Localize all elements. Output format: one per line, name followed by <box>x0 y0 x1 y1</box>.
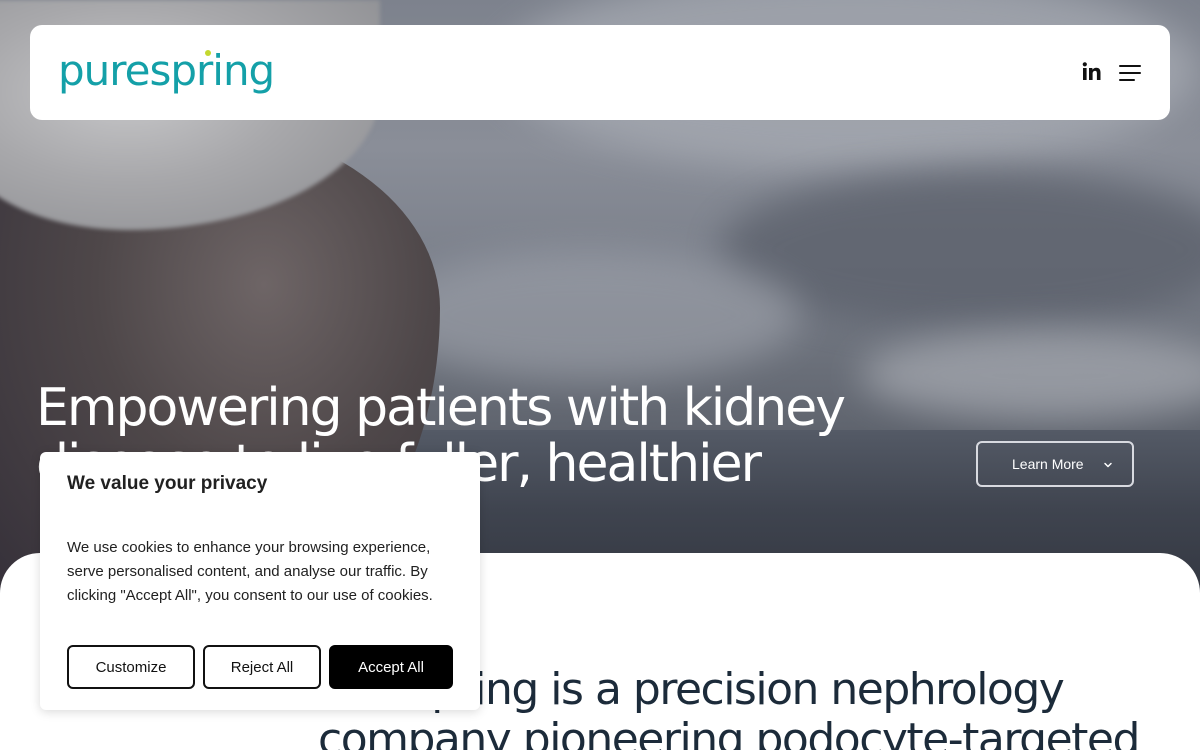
chevron-down-icon <box>1104 462 1112 468</box>
linkedin-icon[interactable] <box>1081 61 1103 83</box>
intro-statement-line2: company pioneering podocyte-targeted <box>318 714 1140 750</box>
cookie-consent-banner: We value your privacy We use cookies to … <box>40 452 480 710</box>
site-header: purespring <box>30 25 1170 120</box>
cookie-banner-text: We use cookies to enhance your browsing … <box>67 539 433 604</box>
hamburger-menu-icon[interactable] <box>1119 63 1143 83</box>
cookie-banner-title: We value your privacy <box>67 473 268 494</box>
customize-button[interactable]: Customize <box>67 645 195 689</box>
learn-more-label: Learn More <box>1012 456 1084 472</box>
logo-accent-dot <box>205 50 211 56</box>
accept-all-button[interactable]: Accept All <box>329 645 453 689</box>
reject-all-button[interactable]: Reject All <box>203 645 321 689</box>
learn-more-button[interactable]: Learn More <box>976 441 1134 487</box>
hero-headline-line1: Empowering patients with kidney <box>36 378 846 438</box>
purespring-logo[interactable]: purespring <box>58 43 275 99</box>
